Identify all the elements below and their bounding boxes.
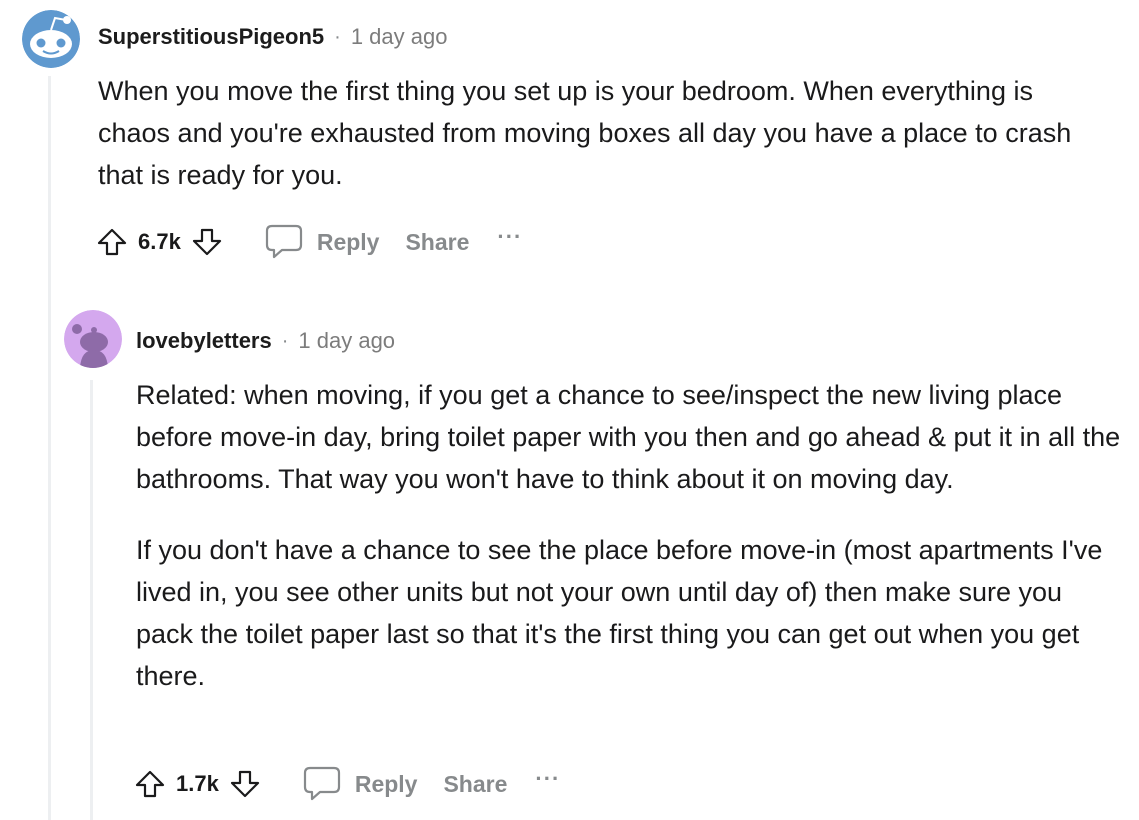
thread-line-nested[interactable] [90,380,93,820]
share-label: Share [405,228,470,255]
meta-separator: · [281,329,289,352]
vote-score: 6.7k [138,229,181,254]
reply-button[interactable]: Reply [303,766,418,802]
upvote-arrow-icon [135,770,165,798]
comment-bubble-icon [303,766,340,801]
comment-body: When you move the first thing you set up… [98,70,1088,196]
downvote-arrow-icon [230,770,259,798]
more-options-button[interactable]: ··· [497,226,522,248]
comment-body: Related: when moving, if you get a chanc… [136,374,1126,697]
comment-paragraph: If you don't have a chance to see the pl… [136,535,1103,691]
upvote-button[interactable] [94,224,130,260]
snoo-avatar-icon [64,310,122,368]
comment-meta: lovebyletters · 1 day ago [136,326,395,356]
comment-paragraph: When you move the first thing you set up… [98,76,1072,190]
downvote-button[interactable] [189,224,225,260]
timestamp[interactable]: 1 day ago [351,24,448,50]
snoo-avatar-icon [22,10,80,68]
thread-line-top[interactable] [48,76,51,820]
reply-button[interactable]: Reply [265,224,380,260]
share-button[interactable]: Share [443,771,507,798]
comment-actions: 1.7k Reply Share ··· [132,764,560,804]
author-name[interactable]: SuperstitiousPigeon5 [98,24,324,50]
comment-actions: 6.7k Reply Share ··· [94,222,522,262]
avatar[interactable] [64,310,122,368]
share-label: Share [443,770,508,797]
avatar[interactable] [22,10,80,68]
reply-label: Reply [354,770,418,797]
upvote-arrow-icon [97,228,127,256]
comment-meta: SuperstitiousPigeon5 · 1 day ago [98,22,447,52]
comment-bubble-icon [265,224,302,259]
more-options-button[interactable]: ··· [535,768,560,790]
reply-label: Reply [316,228,380,255]
comment-paragraph: Related: when moving, if you get a chanc… [136,380,1121,494]
downvote-button[interactable] [227,766,263,802]
meta-separator: · [334,25,341,48]
share-button[interactable]: Share [405,229,469,256]
downvote-arrow-icon [192,228,221,256]
upvote-button[interactable] [132,766,168,802]
timestamp[interactable]: 1 day ago [298,328,395,354]
author-name[interactable]: lovebyletters [136,328,272,354]
vote-score: 1.7k [176,771,219,796]
